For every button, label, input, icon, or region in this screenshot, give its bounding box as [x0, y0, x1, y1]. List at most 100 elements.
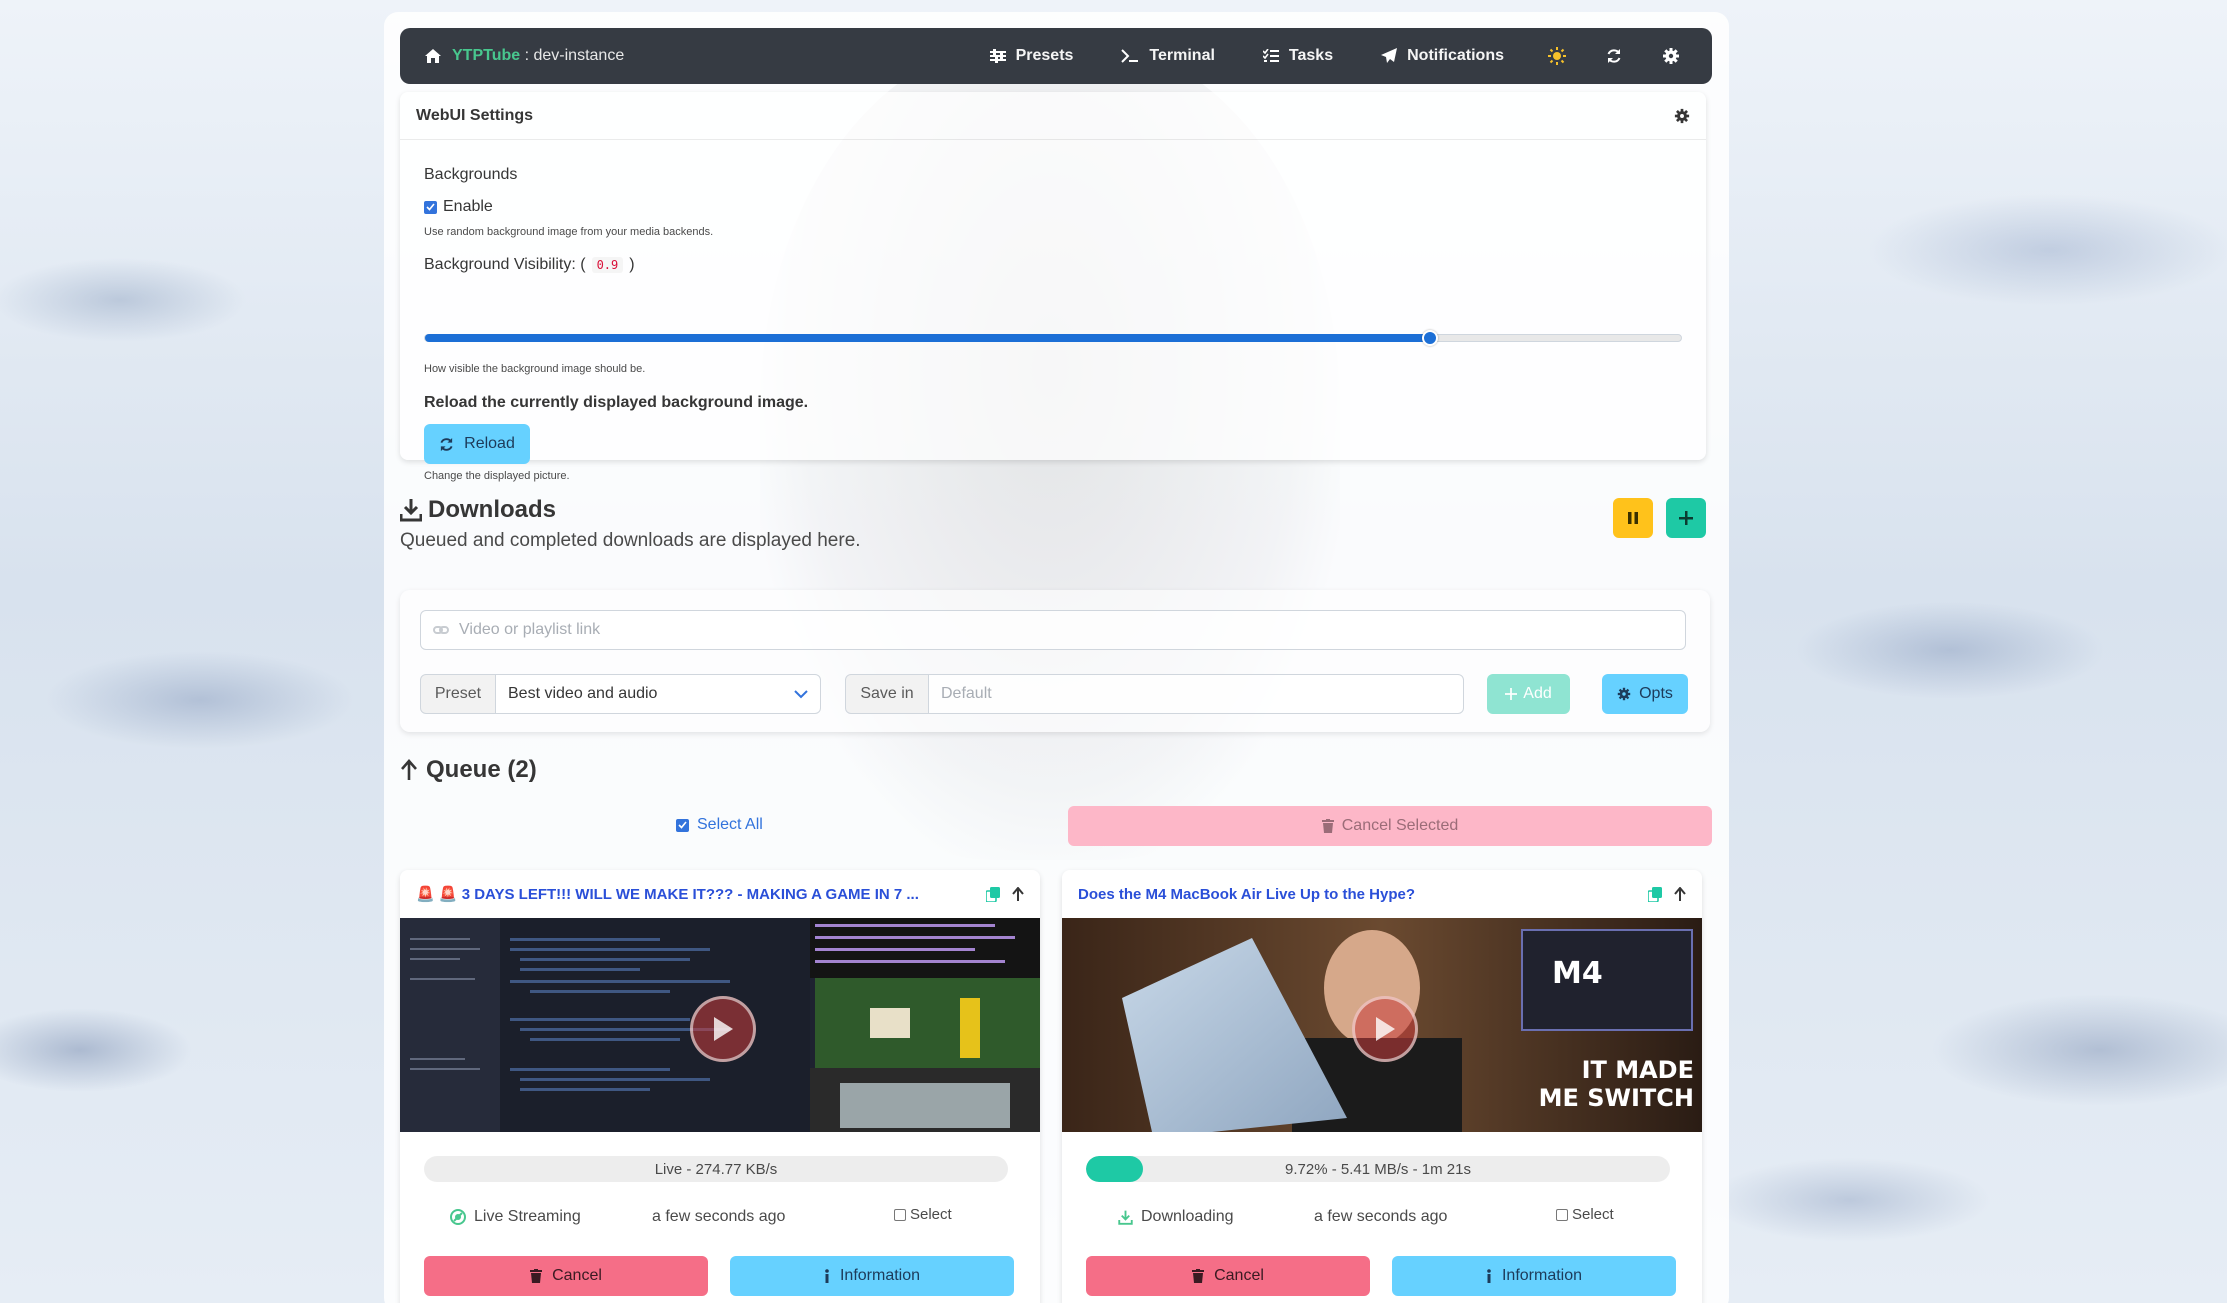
plus-icon [1679, 511, 1693, 525]
preset-value: Best video and audio [508, 685, 658, 702]
thumbnail-text-m4: M4 [1552, 956, 1603, 991]
nav-presets[interactable]: Presets [966, 28, 1098, 84]
trash-icon [530, 1269, 543, 1283]
visibility-slider[interactable] [424, 330, 1682, 346]
save-in-input[interactable]: Default [928, 674, 1464, 714]
information-label: Information [1501, 1267, 1583, 1284]
reload-button-label: Reload [464, 435, 515, 452]
info-icon [824, 1269, 830, 1283]
save-in-placeholder: Default [941, 685, 992, 702]
theme-toggle-button[interactable] [1528, 28, 1586, 84]
add-button[interactable]: Add [1487, 674, 1570, 714]
cancel-selected-label: Cancel Selected [1341, 817, 1459, 834]
nav-terminal[interactable]: Terminal [1097, 28, 1239, 84]
cancel-label: Cancel [1214, 1267, 1264, 1284]
opts-button[interactable]: Opts [1602, 674, 1688, 714]
arrow-up-icon[interactable] [1674, 886, 1686, 902]
nav-terminal-label: Terminal [1149, 47, 1215, 64]
settings-button[interactable] [1642, 28, 1688, 84]
play-icon[interactable] [1352, 996, 1418, 1062]
nav-notifications[interactable]: Notifications [1357, 28, 1528, 84]
pause-downloads-button[interactable] [1613, 498, 1653, 538]
brand-name: YTPTube [452, 47, 521, 64]
item-time: a few seconds ago [652, 1208, 786, 1225]
webui-settings-card: WebUI Settings Backgrounds Enable Use ra… [400, 92, 1706, 482]
info-icon [1486, 1269, 1492, 1283]
nav-tasks[interactable]: Tasks [1239, 28, 1357, 84]
information-button[interactable]: Information [1392, 1256, 1676, 1296]
information-button[interactable]: Information [730, 1256, 1014, 1296]
reload-label: Reload the currently displayed backgroun… [424, 394, 809, 411]
item-select-checkbox[interactable]: Select [1556, 1206, 1614, 1223]
status: Downloading [1118, 1208, 1234, 1226]
copy-icon[interactable] [986, 886, 1000, 902]
visibility-slider-fill [425, 334, 1430, 342]
copy-icon[interactable] [1648, 886, 1662, 902]
link-icon [433, 623, 449, 637]
save-in-addon: Save in [845, 674, 929, 714]
add-download-toggle-button[interactable] [1666, 498, 1706, 538]
cancel-selected-button[interactable]: Cancel Selected [1068, 806, 1712, 846]
queue-title: Queue (2) [400, 756, 537, 784]
settings-title: WebUI Settings [416, 106, 534, 124]
brand[interactable]: YTPTube : dev-instance [424, 47, 624, 65]
visibility-value: 0.9 [591, 257, 624, 273]
nav-notifications-label: Notifications [1407, 47, 1504, 64]
sync-icon [439, 437, 454, 452]
gear-icon [1662, 47, 1680, 65]
reload-help: Change the displayed picture. [424, 470, 570, 482]
trash-icon [1192, 1269, 1205, 1283]
reload-background-button[interactable]: Reload [424, 424, 530, 464]
nav-presets-label: Presets [1015, 47, 1074, 64]
play-icon[interactable] [690, 996, 756, 1062]
cancel-label: Cancel [552, 1267, 602, 1284]
url-placeholder: Video or playlist link [459, 621, 601, 638]
enable-label: Enable [443, 198, 493, 215]
visibility-label: Background Visibility: ( 0.9 ) [424, 256, 635, 274]
preset-addon: Preset [420, 674, 496, 714]
enable-help: Use random background image from your me… [424, 226, 714, 238]
paper-plane-icon [1381, 48, 1398, 64]
select-all-button[interactable]: Select All [676, 816, 763, 834]
visibility-slider-thumb[interactable] [1421, 330, 1438, 346]
thumbnail-text-line1: IT MADE [1581, 1056, 1694, 1084]
downloads-title-text: Downloads [428, 496, 557, 523]
instance-name: dev-instance [533, 47, 625, 64]
reload-page-button[interactable] [1586, 28, 1642, 84]
url-input[interactable]: Video or playlist link [420, 610, 1686, 650]
item-title[interactable]: 🚨 🚨 3 DAYS LEFT!!! WILL WE MAKE IT??? - … [416, 885, 978, 903]
item-title[interactable]: Does the M4 MacBook Air Live Up to the H… [1078, 886, 1640, 903]
gear-icon [1617, 687, 1631, 701]
thumbnail-text: IT MADE ME SWITCH [1496, 1056, 1694, 1112]
sliders-icon [989, 49, 1006, 63]
status: Live Streaming [450, 1208, 581, 1226]
download-icon [1118, 1210, 1133, 1225]
cancel-button[interactable]: Cancel [1086, 1256, 1370, 1296]
status-text: Live Streaming [474, 1208, 581, 1225]
arrow-up-icon[interactable] [1012, 886, 1024, 902]
sync-icon [1606, 48, 1622, 64]
item-select-label: Select [1572, 1206, 1614, 1223]
visibility-label-close: ) [629, 256, 635, 273]
item-time: a few seconds ago [1314, 1208, 1448, 1225]
checkbox-icon [1556, 1208, 1568, 1221]
enable-background-checkbox[interactable]: Enable [424, 198, 493, 216]
add-download-form: Video or playlist link Preset Best video… [400, 590, 1710, 732]
gear-icon[interactable] [1674, 108, 1690, 124]
checkbox-checked-icon [424, 200, 437, 214]
video-thumbnail[interactable]: M4 IT MADE ME SWITCH [1062, 918, 1702, 1132]
thumbnail-text-line2: ME SWITCH [1538, 1084, 1694, 1112]
pause-icon [1628, 512, 1638, 524]
visibility-label-text: Background Visibility: ( [424, 256, 586, 273]
downloads-title: Downloads [400, 496, 556, 524]
progress-bar: Live - 274.77 KB/s [424, 1156, 1008, 1182]
live-streaming-icon [450, 1209, 466, 1225]
tasks-icon [1262, 49, 1279, 63]
information-label: Information [839, 1267, 921, 1284]
cancel-button[interactable]: Cancel [424, 1256, 708, 1296]
backgrounds-label: Backgrounds [424, 166, 518, 183]
preset-select[interactable]: Best video and audio [495, 674, 821, 714]
item-select-checkbox[interactable]: Select [894, 1206, 952, 1223]
item-select-label: Select [910, 1206, 952, 1223]
video-thumbnail[interactable] [400, 918, 1040, 1132]
